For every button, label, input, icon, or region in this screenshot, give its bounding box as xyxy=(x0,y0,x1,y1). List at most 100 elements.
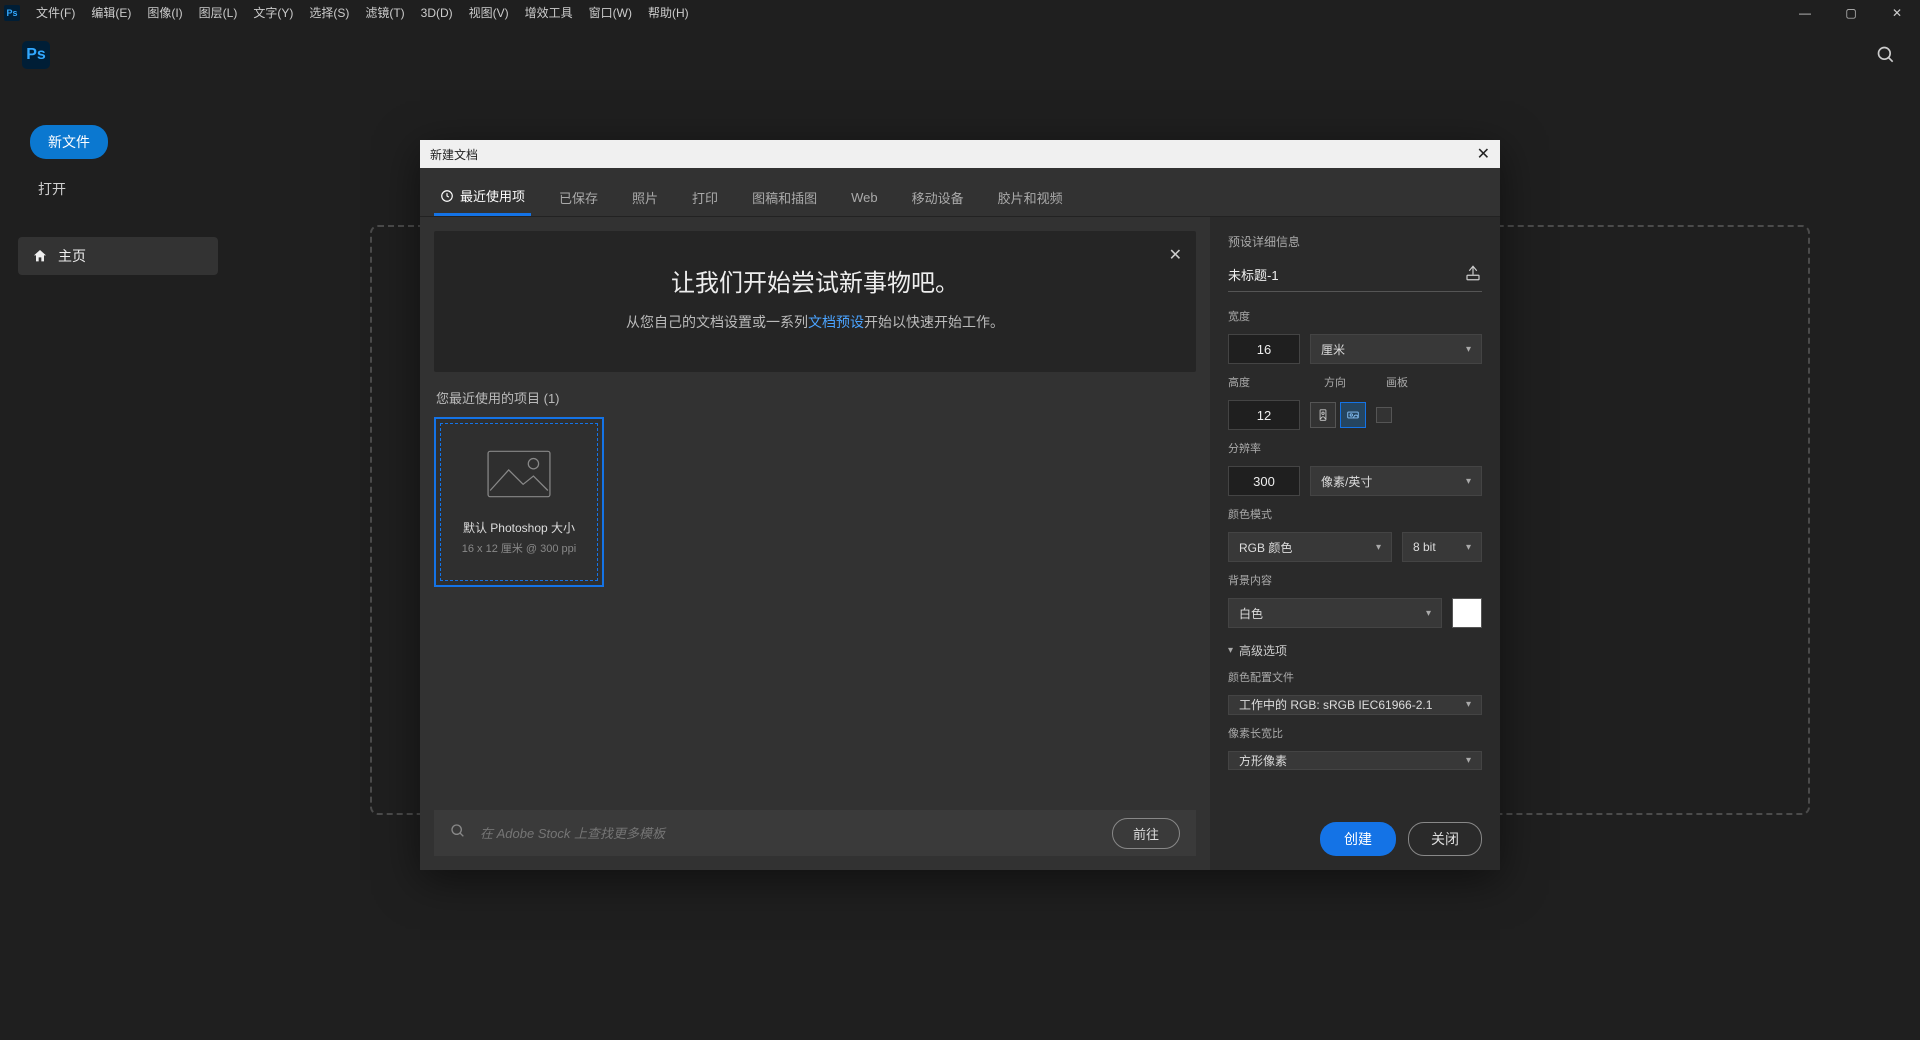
search-icon[interactable] xyxy=(1874,43,1898,67)
menu-3d[interactable]: 3D(D) xyxy=(413,3,461,23)
clock-icon xyxy=(440,189,454,203)
tab-mobile[interactable]: 移动设备 xyxy=(906,180,970,215)
dialog-footer: 创建 关闭 xyxy=(1210,808,1500,870)
preset-details-pane: 预设详细信息 宽度 厘米▾ 高度 方向 画板 xyxy=(1210,217,1500,870)
resolution-input[interactable] xyxy=(1228,466,1300,496)
artboard-label: 画板 xyxy=(1386,374,1408,390)
tab-photo[interactable]: 照片 xyxy=(626,180,664,215)
colormode-label: 颜色模式 xyxy=(1228,506,1482,522)
chevron-down-icon: ▾ xyxy=(1466,755,1471,766)
artboard-checkbox[interactable] xyxy=(1376,407,1392,423)
preset-detail: 16 x 12 厘米 @ 300 ppi xyxy=(462,540,577,556)
resolution-label: 分辨率 xyxy=(1228,440,1482,456)
menu-bar: Ps 文件(F) 编辑(E) 图像(I) 图层(L) 文字(Y) 选择(S) 滤… xyxy=(0,0,1920,25)
sidebar-item-label: 主页 xyxy=(58,246,86,266)
dialog-title-bar: 新建文档 ✕ xyxy=(420,140,1500,168)
close-button[interactable]: 关闭 xyxy=(1408,822,1482,856)
chevron-down-icon: ▾ xyxy=(1426,608,1431,619)
width-label: 宽度 xyxy=(1228,308,1482,324)
menu-layer[interactable]: 图层(L) xyxy=(191,1,246,24)
window-close-button[interactable]: ✕ xyxy=(1874,0,1920,25)
chevron-down-icon: ▾ xyxy=(1466,344,1471,355)
color-profile-select[interactable]: 工作中的 RGB: sRGB IEC61966-2.1▾ xyxy=(1228,695,1482,715)
chevron-down-icon: ▾ xyxy=(1376,542,1381,553)
adobe-stock-bar: 前往 xyxy=(434,810,1196,856)
welcome-banner: ✕ 让我们开始尝试新事物吧。 从您自己的文档设置或一系列文档预设开始以快速开始工… xyxy=(434,231,1196,372)
pixel-aspect-select[interactable]: 方形像素 ▾ xyxy=(1228,751,1482,771)
stock-search-input[interactable] xyxy=(480,826,1098,841)
height-label: 高度 xyxy=(1228,374,1300,390)
dialog-close-button[interactable]: ✕ xyxy=(1477,144,1490,164)
background-label: 背景内容 xyxy=(1228,572,1482,588)
new-file-button[interactable]: 新文件 xyxy=(30,125,108,159)
orientation-landscape-button[interactable] xyxy=(1340,402,1366,428)
menu-window[interactable]: 窗口(W) xyxy=(581,1,640,24)
background-value: 白色 xyxy=(1239,605,1263,622)
menu-help[interactable]: 帮助(H) xyxy=(640,1,697,24)
chevron-down-icon: ▾ xyxy=(1466,699,1471,710)
banner-presets-link[interactable]: 文档预设 xyxy=(808,314,864,330)
orientation-label: 方向 xyxy=(1324,374,1346,390)
height-input[interactable] xyxy=(1228,400,1300,430)
banner-text: 从您自己的文档设置或一系列文档预设开始以快速开始工作。 xyxy=(454,312,1176,332)
window-maximize-button[interactable]: ▢ xyxy=(1828,0,1874,25)
banner-text-post: 开始以快速开始工作。 xyxy=(864,314,1004,330)
tab-label: 最近使用项 xyxy=(460,186,525,205)
tab-art[interactable]: 图稿和插图 xyxy=(746,180,823,215)
menu-view[interactable]: 视图(V) xyxy=(461,1,517,24)
window-minimize-button[interactable]: — xyxy=(1782,0,1828,25)
advanced-options-toggle[interactable]: ▾ 高级选项 xyxy=(1228,642,1482,659)
ps-mini-logo: Ps xyxy=(4,5,20,21)
image-icon xyxy=(486,449,552,499)
pixel-aspect-label: 像素长宽比 xyxy=(1228,725,1482,741)
banner-title: 让我们开始尝试新事物吧。 xyxy=(454,263,1176,298)
unit-select[interactable]: 厘米▾ xyxy=(1310,334,1482,364)
pixel-aspect-value: 方形像素 xyxy=(1239,752,1287,769)
menu-plugins[interactable]: 增效工具 xyxy=(517,1,581,24)
preset-details-title: 预设详细信息 xyxy=(1228,233,1482,250)
menu-image[interactable]: 图像(I) xyxy=(139,1,190,24)
resolution-unit-select[interactable]: 像素/英寸 ▾ xyxy=(1310,466,1482,496)
background-select[interactable]: 白色 ▾ xyxy=(1228,598,1442,628)
menu-type[interactable]: 文字(Y) xyxy=(245,1,301,24)
bitdepth-value: 8 bit xyxy=(1413,540,1436,554)
menu-select[interactable]: 选择(S) xyxy=(301,1,357,24)
preset-name: 默认 Photoshop 大小 xyxy=(463,519,575,536)
create-button[interactable]: 创建 xyxy=(1320,822,1396,856)
colormode-select[interactable]: RGB 颜色 ▾ xyxy=(1228,532,1392,562)
chevron-down-icon: ▾ xyxy=(1466,476,1471,487)
document-name-input[interactable] xyxy=(1228,267,1454,282)
save-preset-icon[interactable] xyxy=(1464,264,1482,285)
dialog-left-pane: ✕ 让我们开始尝试新事物吧。 从您自己的文档设置或一系列文档预设开始以快速开始工… xyxy=(420,217,1210,870)
colormode-value: RGB 颜色 xyxy=(1239,539,1292,556)
tab-print[interactable]: 打印 xyxy=(686,180,724,215)
width-input[interactable] xyxy=(1228,334,1300,364)
advanced-label: 高级选项 xyxy=(1239,642,1287,659)
background-color-swatch[interactable] xyxy=(1452,598,1482,628)
banner-close-button[interactable]: ✕ xyxy=(1169,245,1182,265)
tab-saved[interactable]: 已保存 xyxy=(553,180,604,215)
chevron-down-icon: ▾ xyxy=(1466,542,1471,553)
open-button[interactable]: 打开 xyxy=(18,169,218,209)
tab-recent[interactable]: 最近使用项 xyxy=(434,178,531,216)
menu-edit[interactable]: 编辑(E) xyxy=(83,1,139,24)
dialog-tabs: 最近使用项 已保存 照片 打印 图稿和插图 Web 移动设备 胶片和视频 xyxy=(420,168,1500,217)
menu-filter[interactable]: 滤镜(T) xyxy=(357,1,412,24)
banner-text-pre: 从您自己的文档设置或一系列 xyxy=(626,314,808,330)
orientation-portrait-button[interactable] xyxy=(1310,402,1336,428)
new-document-dialog: 新建文档 ✕ 最近使用项 已保存 照片 打印 图稿和插图 Web 移动设备 胶片… xyxy=(420,140,1500,870)
dialog-title: 新建文档 xyxy=(430,146,478,163)
color-profile-label: 颜色配置文件 xyxy=(1228,669,1482,685)
ps-logo: Ps xyxy=(22,41,50,69)
resolution-unit-value: 像素/英寸 xyxy=(1321,473,1372,490)
stock-go-button[interactable]: 前往 xyxy=(1112,818,1180,849)
preset-card-default[interactable]: 默认 Photoshop 大小 16 x 12 厘米 @ 300 ppi xyxy=(434,417,604,587)
sidebar-item-home[interactable]: 主页 xyxy=(18,237,218,275)
bitdepth-select[interactable]: 8 bit ▾ xyxy=(1402,532,1482,562)
landscape-icon xyxy=(1346,408,1360,422)
home-sidebar: 新文件 打开 主页 xyxy=(18,125,218,275)
home-icon xyxy=(32,248,48,264)
menu-file[interactable]: 文件(F) xyxy=(28,1,83,24)
tab-film[interactable]: 胶片和视频 xyxy=(992,180,1069,215)
tab-web[interactable]: Web xyxy=(845,182,884,213)
